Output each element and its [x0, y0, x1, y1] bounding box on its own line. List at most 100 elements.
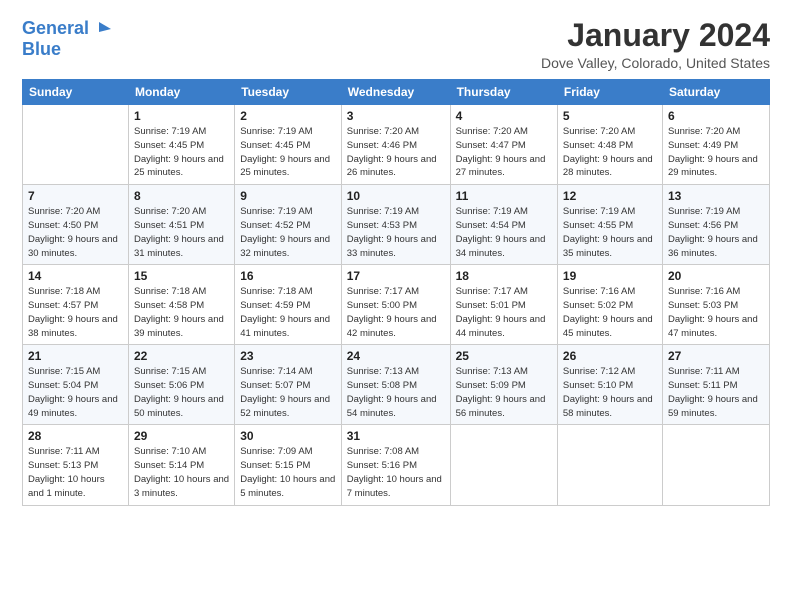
day-info: Sunrise: 7:20 AM Sunset: 4:51 PM Dayligh…: [134, 205, 229, 260]
table-row: 10 Sunrise: 7:19 AM Sunset: 4:53 PM Dayli…: [341, 185, 450, 265]
table-row: 24Sunrise: 7:13 AM Sunset: 5:08 PM Dayli…: [341, 345, 450, 425]
calendar-week-row: 14Sunrise: 7:18 AM Sunset: 4:57 PM Dayli…: [23, 265, 770, 345]
table-row: 27 Sunrise: 7:11 AM Sunset: 5:11 PM Dayli…: [662, 345, 769, 425]
table-row: 13 Sunrise: 7:19 AM Sunset: 4:56 PM Dayli…: [662, 185, 769, 265]
header-wednesday: Wednesday: [341, 80, 450, 105]
day-number: 27: [668, 349, 764, 363]
header-friday: Friday: [557, 80, 662, 105]
day-number: 31: [347, 429, 445, 443]
day-number: 9: [240, 189, 336, 203]
table-row: [23, 105, 129, 185]
day-number: 2: [240, 109, 336, 123]
day-info: Sunrise: 7:20 AM Sunset: 4:48 PM Dayligh…: [563, 125, 657, 180]
day-number: 13: [668, 189, 764, 203]
table-row: 7 Sunrise: 7:20 AM Sunset: 4:50 PM Daylig…: [23, 185, 129, 265]
day-number: 17: [347, 269, 445, 283]
day-info: Sunrise: 7:11 AM Sunset: 5:13 PM Dayligh…: [28, 445, 123, 500]
table-row: 5Sunrise: 7:20 AM Sunset: 4:48 PM Daylig…: [557, 105, 662, 185]
day-number: 19: [563, 269, 657, 283]
day-info: Sunrise: 7:15 AM Sunset: 5:06 PM Dayligh…: [134, 365, 229, 420]
day-number: 10: [347, 189, 445, 203]
calendar-week-row: 7 Sunrise: 7:20 AM Sunset: 4:50 PM Daylig…: [23, 185, 770, 265]
day-info: Sunrise: 7:17 AM Sunset: 5:00 PM Dayligh…: [347, 285, 445, 340]
header: General Blue January 2024 Dove Valley, C…: [22, 18, 770, 71]
table-row: 2 Sunrise: 7:19 AM Sunset: 4:45 PM Daylig…: [235, 105, 342, 185]
day-number: 15: [134, 269, 229, 283]
day-info: Sunrise: 7:19 AM Sunset: 4:56 PM Dayligh…: [668, 205, 764, 260]
title-block: January 2024 Dove Valley, Colorado, Unit…: [541, 18, 770, 71]
logo: General Blue: [22, 18, 113, 60]
table-row: 29 Sunrise: 7:10 AM Sunset: 5:14 PM Dayli…: [128, 425, 234, 505]
header-monday: Monday: [128, 80, 234, 105]
header-thursday: Thursday: [450, 80, 557, 105]
table-row: 19 Sunrise: 7:16 AM Sunset: 5:02 PM Dayli…: [557, 265, 662, 345]
day-number: 12: [563, 189, 657, 203]
table-row: [557, 425, 662, 505]
day-info: Sunrise: 7:20 AM Sunset: 4:50 PM Dayligh…: [28, 205, 123, 260]
day-number: 7: [28, 189, 123, 203]
table-row: 25Sunrise: 7:13 AM Sunset: 5:09 PM Dayli…: [450, 345, 557, 425]
day-info: Sunrise: 7:11 AM Sunset: 5:11 PM Dayligh…: [668, 365, 764, 420]
day-number: 16: [240, 269, 336, 283]
day-number: 21: [28, 349, 123, 363]
logo-text: General: [22, 19, 89, 39]
day-number: 20: [668, 269, 764, 283]
day-info: Sunrise: 7:20 AM Sunset: 4:49 PM Dayligh…: [668, 125, 764, 180]
day-number: 3: [347, 109, 445, 123]
day-info: Sunrise: 7:09 AM Sunset: 5:15 PM Dayligh…: [240, 445, 336, 500]
table-row: 6 Sunrise: 7:20 AM Sunset: 4:49 PM Daylig…: [662, 105, 769, 185]
header-tuesday: Tuesday: [235, 80, 342, 105]
header-saturday: Saturday: [662, 80, 769, 105]
day-info: Sunrise: 7:17 AM Sunset: 5:01 PM Dayligh…: [456, 285, 552, 340]
day-info: Sunrise: 7:16 AM Sunset: 5:02 PM Dayligh…: [563, 285, 657, 340]
table-row: [662, 425, 769, 505]
table-row: 17 Sunrise: 7:17 AM Sunset: 5:00 PM Dayli…: [341, 265, 450, 345]
day-info: Sunrise: 7:19 AM Sunset: 4:45 PM Dayligh…: [134, 125, 229, 180]
table-row: 18 Sunrise: 7:17 AM Sunset: 5:01 PM Dayli…: [450, 265, 557, 345]
day-info: Sunrise: 7:18 AM Sunset: 4:57 PM Dayligh…: [28, 285, 123, 340]
table-row: 22 Sunrise: 7:15 AM Sunset: 5:06 PM Dayli…: [128, 345, 234, 425]
table-row: 28Sunrise: 7:11 AM Sunset: 5:13 PM Dayli…: [23, 425, 129, 505]
table-row: 15Sunrise: 7:18 AM Sunset: 4:58 PM Dayli…: [128, 265, 234, 345]
table-row: 31 Sunrise: 7:08 AM Sunset: 5:16 PM Dayli…: [341, 425, 450, 505]
table-row: 30 Sunrise: 7:09 AM Sunset: 5:15 PM Dayli…: [235, 425, 342, 505]
table-row: 3Sunrise: 7:20 AM Sunset: 4:46 PM Daylig…: [341, 105, 450, 185]
header-sunday: Sunday: [23, 80, 129, 105]
day-number: 24: [347, 349, 445, 363]
table-row: 26 Sunrise: 7:12 AM Sunset: 5:10 PM Dayli…: [557, 345, 662, 425]
day-number: 26: [563, 349, 657, 363]
day-info: Sunrise: 7:15 AM Sunset: 5:04 PM Dayligh…: [28, 365, 123, 420]
day-info: Sunrise: 7:20 AM Sunset: 4:47 PM Dayligh…: [456, 125, 552, 180]
day-info: Sunrise: 7:18 AM Sunset: 4:59 PM Dayligh…: [240, 285, 336, 340]
day-number: 1: [134, 109, 229, 123]
table-row: 4Sunrise: 7:20 AM Sunset: 4:47 PM Daylig…: [450, 105, 557, 185]
day-info: Sunrise: 7:08 AM Sunset: 5:16 PM Dayligh…: [347, 445, 445, 500]
day-number: 6: [668, 109, 764, 123]
day-number: 11: [456, 189, 552, 203]
table-row: 8Sunrise: 7:20 AM Sunset: 4:51 PM Daylig…: [128, 185, 234, 265]
table-row: [450, 425, 557, 505]
day-info: Sunrise: 7:19 AM Sunset: 4:52 PM Dayligh…: [240, 205, 336, 260]
day-number: 25: [456, 349, 552, 363]
day-number: 22: [134, 349, 229, 363]
day-number: 30: [240, 429, 336, 443]
table-row: 23Sunrise: 7:14 AM Sunset: 5:07 PM Dayli…: [235, 345, 342, 425]
day-info: Sunrise: 7:12 AM Sunset: 5:10 PM Dayligh…: [563, 365, 657, 420]
day-info: Sunrise: 7:19 AM Sunset: 4:45 PM Dayligh…: [240, 125, 336, 180]
calendar-week-row: 1 Sunrise: 7:19 AM Sunset: 4:45 PM Daylig…: [23, 105, 770, 185]
day-info: Sunrise: 7:16 AM Sunset: 5:03 PM Dayligh…: [668, 285, 764, 340]
logo-blue: Blue: [22, 40, 61, 60]
table-row: 16 Sunrise: 7:18 AM Sunset: 4:59 PM Dayli…: [235, 265, 342, 345]
day-info: Sunrise: 7:10 AM Sunset: 5:14 PM Dayligh…: [134, 445, 229, 500]
table-row: 11 Sunrise: 7:19 AM Sunset: 4:54 PM Dayli…: [450, 185, 557, 265]
calendar-week-row: 21 Sunrise: 7:15 AM Sunset: 5:04 PM Dayli…: [23, 345, 770, 425]
logo-icon: [91, 18, 113, 40]
day-info: Sunrise: 7:14 AM Sunset: 5:07 PM Dayligh…: [240, 365, 336, 420]
day-number: 18: [456, 269, 552, 283]
day-number: 29: [134, 429, 229, 443]
table-row: 21 Sunrise: 7:15 AM Sunset: 5:04 PM Dayli…: [23, 345, 129, 425]
calendar-week-row: 28Sunrise: 7:11 AM Sunset: 5:13 PM Dayli…: [23, 425, 770, 505]
day-info: Sunrise: 7:19 AM Sunset: 4:54 PM Dayligh…: [456, 205, 552, 260]
day-info: Sunrise: 7:19 AM Sunset: 4:53 PM Dayligh…: [347, 205, 445, 260]
page: General Blue January 2024 Dove Valley, C…: [0, 0, 792, 612]
